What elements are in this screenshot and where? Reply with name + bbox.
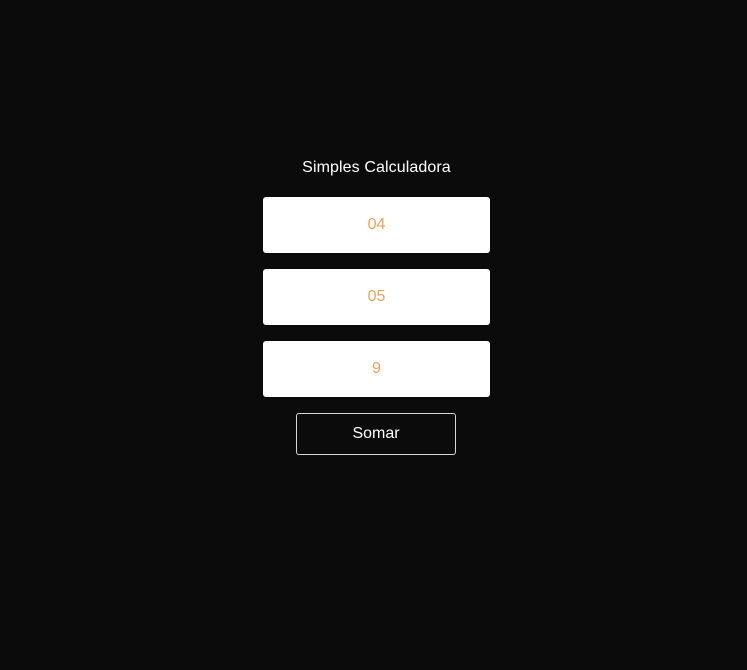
- first-number-input[interactable]: [263, 197, 490, 253]
- sum-button[interactable]: Somar: [296, 413, 456, 455]
- calculator-panel: Simples Calculadora Somar: [0, 0, 747, 670]
- result-field[interactable]: [263, 341, 490, 397]
- second-number-input[interactable]: [263, 269, 490, 325]
- calculator-title: Simples Calculadora: [302, 159, 451, 176]
